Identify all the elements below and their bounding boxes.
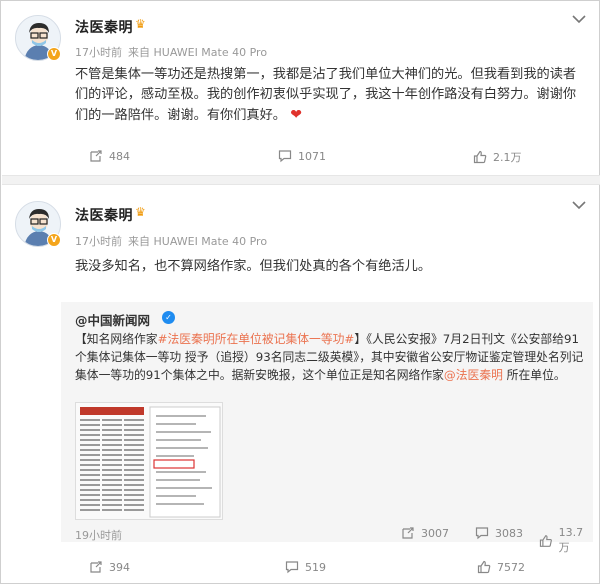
- repost-author[interactable]: @中国新闻网: [75, 310, 150, 329]
- repost-button[interactable]: 484: [89, 149, 130, 163]
- like-count: 7572: [497, 560, 525, 574]
- comment-count: 3083: [495, 526, 523, 540]
- repost-icon: [90, 561, 102, 573]
- like-button[interactable]: 2.1万: [473, 149, 522, 165]
- repost-icon: [90, 150, 102, 162]
- repost-count: 3007: [421, 526, 449, 540]
- post-text-body: 不管是集体一等功还是热搜第一，我都是沾了我们单位大神们的光。但我看到我的读者们的…: [75, 67, 577, 123]
- hashtag-link[interactable]: #法医秦明所在单位被记集体一等功#: [158, 332, 355, 346]
- repost-text-suffix: 所在单位。: [502, 368, 566, 382]
- repost-card-comment-button[interactable]: 3083: [475, 526, 523, 540]
- post-source: 来自 HUAWEI Mate 40 Pro: [128, 46, 268, 59]
- repost-icon: [402, 527, 414, 539]
- comment-icon: [285, 561, 299, 574]
- repost-text-prefix: 【知名网络作家: [75, 332, 158, 346]
- post-text: 不管是集体一等功还是热搜第一，我都是沾了我们单位大神们的光。但我看到我的读者们的…: [75, 65, 587, 126]
- thumbs-up-icon: [539, 534, 552, 547]
- repost-text: 【知名网络作家#法医秦明所在单位被记集体一等功#】《人民公安报》7月2日刊文《公…: [75, 330, 585, 384]
- crown-icon: ♛: [135, 17, 146, 31]
- chevron-down-icon[interactable]: [571, 199, 587, 211]
- heart-emoji-icon: ❤: [290, 107, 302, 123]
- comment-button[interactable]: 519: [285, 560, 326, 574]
- crown-icon: ♛: [135, 205, 146, 219]
- weibo-post-2: V 法医秦明 ♛ 17小时前 来自 HUAWEI Mate 40 Pro 我没多知…: [1, 187, 600, 584]
- post-time[interactable]: 17小时前: [75, 46, 122, 59]
- post-meta: 17小时前 来自 HUAWEI Mate 40 Pro: [75, 233, 267, 249]
- like-count: 2.1万: [493, 151, 522, 164]
- mention-link[interactable]: @法医秦明: [444, 368, 503, 382]
- repost-card-repost-button[interactable]: 3007: [401, 526, 449, 540]
- action-bar: 484 1071 2.1万: [1, 149, 600, 169]
- repost-count: 484: [109, 149, 130, 163]
- comment-icon: [475, 527, 489, 540]
- post-time[interactable]: 17小时前: [75, 235, 122, 248]
- newspaper-image: [76, 403, 222, 519]
- comment-button[interactable]: 1071: [278, 149, 326, 163]
- like-button[interactable]: 7572: [477, 560, 525, 574]
- feed-frame: V 法医秦明 ♛ 17小时前 来自 HUAWEI Mate 40 Pro 不管是集…: [0, 0, 600, 584]
- post-text: 我没多知名，也不算网络作家。但我们处真的各个有绝活儿。: [75, 259, 432, 274]
- comment-icon: [278, 150, 292, 163]
- thumbs-up-icon: [473, 150, 487, 164]
- action-bar: 394 519 7572: [1, 560, 600, 580]
- username[interactable]: 法医秦明: [75, 17, 133, 37]
- comment-count: 519: [305, 560, 326, 574]
- repost-button[interactable]: 394: [89, 560, 130, 574]
- username[interactable]: 法医秦明: [75, 205, 133, 225]
- repost-card-like-button[interactable]: 13.7万: [539, 526, 593, 555]
- chevron-down-icon[interactable]: [571, 13, 587, 25]
- repost-time[interactable]: 19小时前: [75, 527, 122, 543]
- repost-count: 394: [109, 560, 130, 574]
- post-meta: 17小时前 来自 HUAWEI Mate 40 Pro: [75, 44, 267, 60]
- newspaper-thumbnail[interactable]: [75, 402, 223, 520]
- like-count: 13.7万: [558, 526, 584, 554]
- verified-badge-icon: V: [47, 47, 61, 61]
- post-source: 来自 HUAWEI Mate 40 Pro: [128, 235, 268, 248]
- repost-card[interactable]: @中国新闻网 ✓ 【知名网络作家#法医秦明所在单位被记集体一等功#】《人民公安报…: [61, 302, 593, 554]
- org-verified-badge-icon: ✓: [162, 311, 175, 324]
- thumbs-up-icon: [477, 560, 491, 574]
- post-divider: [2, 175, 600, 185]
- verified-badge-icon: V: [47, 233, 61, 247]
- comment-count: 1071: [298, 149, 326, 163]
